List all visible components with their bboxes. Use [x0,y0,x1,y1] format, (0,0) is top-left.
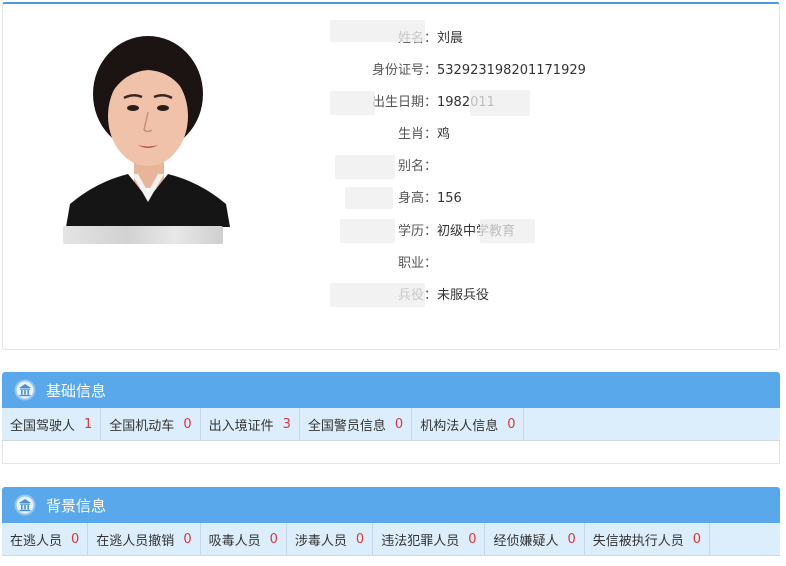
tab-fugitives-revoked[interactable]: 在逃人员撤销 0 [88,523,201,555]
tab-label: 全国驾驶人 [10,418,76,434]
tab-label: 全国警员信息 [307,418,386,434]
info-label: 生肖 [397,127,424,142]
info-label: 职业 [397,256,424,271]
tab-label: 吸毒人员 [208,533,261,549]
tab-national-vehicles[interactable]: 全国机动车 0 [101,408,201,440]
tab-label: 经侦嫌疑人 [493,533,559,549]
panel-header: 背景信息 [2,487,780,523]
panel-title: 基础信息 [46,381,107,400]
tab-count: 0 [507,416,516,432]
tab-label: 失信被执行人员 [592,533,684,549]
privacy-mask [330,20,425,42]
basic-info-tabs: 全国驾驶人 1 全国机动车 0 出入境证件 3 全国警员信息 0 机构法人信息 0 [2,408,780,441]
tab-count: 0 [183,416,192,432]
tab-criminal-records[interactable]: 违法犯罪人员 0 [373,523,486,555]
tab-count: 0 [71,531,80,547]
privacy-mask [330,283,425,307]
privacy-mask [480,219,535,243]
panel-header: 基础信息 [2,372,780,408]
tab-count: 0 [468,531,477,547]
info-row-occupation: 职业： [300,254,437,274]
panel-body [2,441,780,464]
tab-entry-exit-documents[interactable]: 出入境证件 3 [201,408,300,440]
privacy-mask [340,219,395,243]
tab-label: 全国机动车 [109,418,175,434]
info-value: 刘晨 [437,31,464,46]
info-row-zodiac: 生肖：鸡 [300,125,450,145]
tab-economic-suspects[interactable]: 经侦嫌疑人 0 [485,523,585,555]
building-icon [14,494,36,516]
tab-label: 违法犯罪人员 [381,533,460,549]
tab-count: 0 [355,531,365,547]
tab-label: 在逃人员 [10,533,63,549]
tab-count: 1 [84,416,93,432]
person-photo [66,24,230,227]
tab-count: 0 [269,531,278,547]
info-value: 156 [437,191,462,206]
privacy-mask [470,90,530,116]
tab-national-drivers[interactable]: 全国驾驶人 1 [2,408,102,440]
tab-fugitives[interactable]: 在逃人员 0 [2,523,89,555]
tab-label: 机构法人信息 [420,418,499,434]
background-info-panel: 背景信息 在逃人员 0 在逃人员撤销 0 吸毒人员 0 涉毒人员 0 违法犯罪人员 0 经… [2,487,780,556]
tab-label: 在逃人员撤销 [96,533,175,549]
tab-label: 涉毒人员 [294,533,347,549]
photo-caption-blurred [63,226,223,244]
tab-drug-related[interactable]: 涉毒人员 0 [287,523,374,555]
basic-info-panel: 基础信息 全国驾驶人 1 全国机动车 0 出入境证件 3 全国警员信息 0 机构法人信息… [2,372,780,464]
tab-count: 0 [692,531,702,547]
tab-police-info[interactable]: 全国警员信息 0 [300,408,413,440]
privacy-mask [345,187,393,209]
privacy-mask [330,91,375,115]
panel-title: 背景信息 [46,496,107,515]
background-info-tabs: 在逃人员 0 在逃人员撤销 0 吸毒人员 0 涉毒人员 0 违法犯罪人员 0 经侦嫌疑人 0… [2,523,780,556]
tab-dishonest-debtors[interactable]: 失信被执行人员 0 [585,523,711,555]
tab-count: 3 [282,416,291,432]
info-value: 532923198201171929 [437,63,586,78]
tab-drug-users[interactable]: 吸毒人员 0 [201,523,287,555]
tab-count: 0 [567,531,576,547]
info-label: 身份证号 [371,63,424,78]
tab-label: 出入境证件 [208,418,274,434]
tab-legal-person-info[interactable]: 机构法人信息 0 [412,408,525,440]
privacy-mask [335,155,395,179]
info-row-id-number: 身份证号：532923198201171929 [300,61,586,81]
tab-count: 0 [394,416,404,432]
building-icon [14,379,36,401]
info-value: 鸡 [437,127,451,142]
tab-count: 0 [183,531,192,547]
info-value: 未服兵役 [437,288,490,303]
